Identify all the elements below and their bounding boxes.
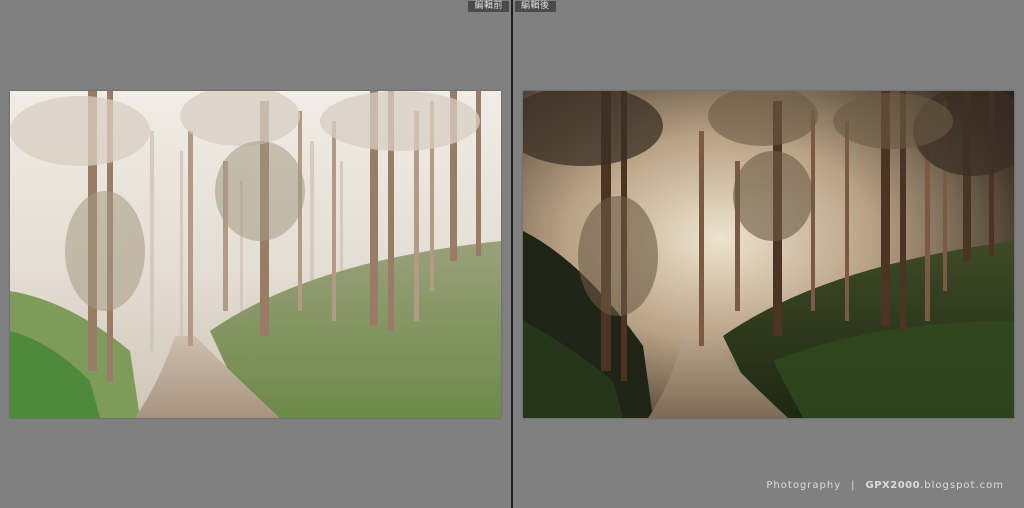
forest-path-image-before (10, 91, 501, 418)
before-label: 編輯前 (468, 1, 509, 12)
watermark: Photography | GPX2000.blogspot.com (766, 480, 1004, 491)
before-photo[interactable] (10, 91, 501, 418)
before-after-viewer: 編輯前 編輯後 Photography | GPX2000.blogspot.c… (0, 0, 1024, 508)
before-pane[interactable]: 編輯前 (0, 0, 511, 508)
watermark-photography: Photography (766, 480, 842, 491)
watermark-separator: | (851, 480, 856, 491)
after-label: 編輯後 (515, 1, 556, 12)
watermark-suffix: .blogspot.com (920, 480, 1004, 491)
forest-path-image-after (523, 91, 1014, 418)
after-pane[interactable]: 編輯後 Photography | GPX2000.blogspot.com (513, 0, 1024, 508)
watermark-brand: GPX2000 (865, 480, 921, 491)
after-photo[interactable] (523, 91, 1014, 418)
